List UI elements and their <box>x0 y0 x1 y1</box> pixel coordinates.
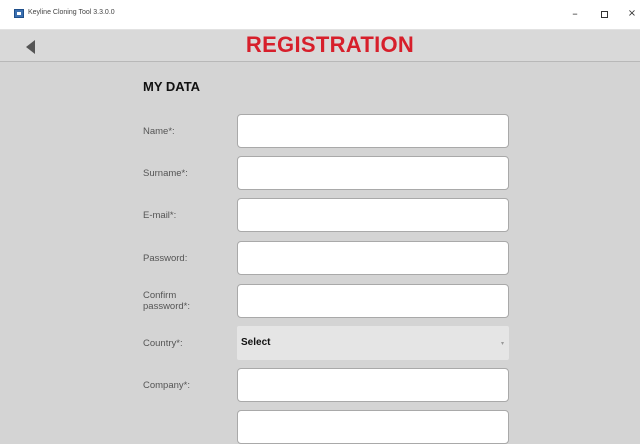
minimize-button[interactable]: – <box>567 6 583 22</box>
email-input[interactable] <box>237 198 509 232</box>
password-label: Password: <box>143 253 188 264</box>
confirm-password-label-line1: Confirm <box>143 290 177 301</box>
confirm-password-input[interactable] <box>237 284 509 318</box>
window-title: Keyline Cloning Tool 3.3.0.0 <box>28 9 115 16</box>
name-input[interactable] <box>237 114 509 148</box>
company-input[interactable] <box>237 368 509 402</box>
surname-label: Surname*: <box>143 168 188 179</box>
country-select[interactable]: Select ▾ <box>237 326 509 360</box>
name-label: Name*: <box>143 126 175 137</box>
country-select-value: Select <box>241 337 271 348</box>
confirm-password-label-line2: password*: <box>143 301 190 312</box>
country-label: Country*: <box>143 338 183 349</box>
close-button[interactable]: × <box>624 6 640 22</box>
section-title: MY DATA <box>143 79 201 94</box>
window-titlebar: Keyline Cloning Tool 3.3.0.0 – × <box>0 0 640 30</box>
chevron-down-icon: ▾ <box>500 340 504 347</box>
confirm-password-label: Confirm password*: <box>143 290 190 312</box>
next-field-input[interactable] <box>237 410 509 444</box>
email-label: E-mail*: <box>143 210 177 221</box>
maximize-button[interactable] <box>596 6 612 22</box>
page-header: REGISTRATION <box>0 30 640 62</box>
maximize-icon <box>600 10 608 18</box>
surname-input[interactable] <box>237 156 509 190</box>
company-label: Company*: <box>143 380 190 391</box>
app-icon <box>14 9 24 18</box>
page-title: REGISTRATION <box>245 32 415 57</box>
password-input[interactable] <box>237 241 509 275</box>
